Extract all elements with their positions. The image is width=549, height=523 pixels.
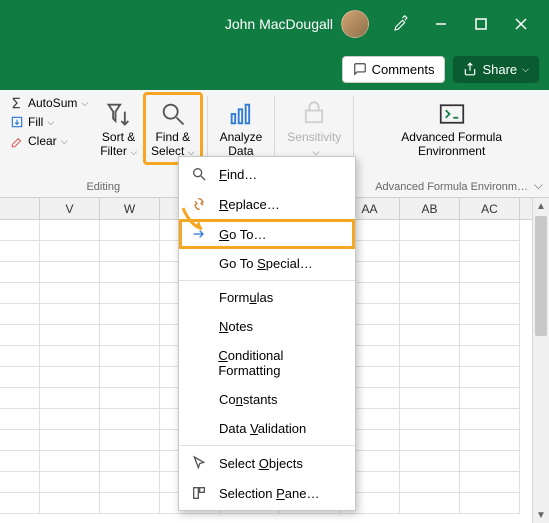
selection-pane-icon (191, 485, 207, 501)
menu-separator (179, 280, 355, 281)
scroll-up-button[interactable]: ▲ (533, 198, 549, 214)
sort-filter-l2: Filter (100, 144, 127, 158)
sort-filter-button[interactable]: Sort & Filter ⌵ (94, 94, 143, 163)
scroll-down-button[interactable]: ▼ (533, 507, 549, 523)
menu-label: Go To Special… (219, 256, 313, 271)
replace-icon (191, 196, 207, 212)
action-bar: Comments Share ⌵ (0, 48, 549, 90)
sort-filter-icon (105, 100, 133, 128)
account-display[interactable]: John MacDougall (225, 10, 369, 38)
minimize-button[interactable] (421, 4, 461, 44)
menu-separator (179, 445, 355, 446)
chevron-down-icon: ⌵ (47, 117, 54, 128)
maximize-button[interactable] (461, 4, 501, 44)
menu-label: Selection Pane… (219, 486, 319, 501)
column-header[interactable] (0, 198, 40, 219)
share-button[interactable]: Share ⌵ (453, 56, 539, 83)
menu-item-conditional-formatting[interactable]: Conditional Formatting (179, 341, 355, 385)
eyedropper-icon[interactable] (381, 4, 421, 44)
clear-button[interactable]: Clear ⌵ (6, 132, 92, 150)
column-header[interactable]: AC (460, 198, 520, 219)
vertical-scrollbar[interactable]: ▲ ▼ (532, 198, 549, 523)
analyze-l1: Analyze (220, 130, 263, 144)
menu-item-replace[interactable]: Replace… (179, 189, 355, 219)
fill-label: Fill (28, 115, 43, 129)
arrow-right-icon (191, 226, 207, 242)
menu-label: Conditional Formatting (218, 348, 345, 378)
chevron-down-icon: ⌵ (81, 98, 88, 109)
share-icon (463, 62, 477, 76)
collapse-ribbon-button[interactable]: ⌵ (534, 178, 543, 193)
sensitivity-l1: Sensitivity (287, 130, 341, 144)
share-label: Share (482, 62, 517, 77)
afe-group-label: Advanced Formula Environm… (360, 179, 543, 195)
menu-item-goto-special[interactable]: Go To Special… (179, 249, 355, 278)
menu-label: Replace… (219, 197, 280, 212)
afe-l1: Advanced Formula (401, 130, 502, 144)
afe-l2: Environment (418, 144, 485, 158)
comments-label: Comments (372, 62, 435, 77)
find-select-button[interactable]: Find & Select ⌵ (145, 94, 201, 163)
editing-group: AutoSum ⌵ Fill ⌵ Clear ⌵ Sort & Filter ⌵ (0, 90, 207, 197)
afe-group: Advanced Formula Environment Advanced Fo… (354, 90, 549, 197)
menu-item-constants[interactable]: Constants (179, 385, 355, 414)
eraser-icon (10, 134, 24, 148)
fill-button[interactable]: Fill ⌵ (6, 113, 92, 131)
title-bar: John MacDougall (0, 0, 549, 48)
advanced-formula-env-button[interactable]: Advanced Formula Environment (395, 94, 508, 163)
sensitivity-icon (300, 100, 328, 128)
menu-item-find[interactable]: Find… (179, 159, 355, 189)
menu-label: Select Objects (219, 456, 303, 471)
menu-item-formulas[interactable]: Formulas (179, 283, 355, 312)
chevron-down-icon: ⌵ (522, 64, 529, 75)
menu-label: Data Validation (219, 421, 306, 436)
comment-icon (353, 62, 367, 76)
menu-label: Go To… (219, 227, 266, 242)
fill-down-icon (10, 115, 24, 129)
chevron-down-icon: ⌵ (61, 136, 68, 147)
analyze-icon (227, 100, 255, 128)
column-header[interactable]: W (100, 198, 160, 219)
afe-icon (437, 99, 467, 129)
column-header[interactable]: AB (400, 198, 460, 219)
sort-filter-l1: Sort & (102, 130, 135, 144)
comments-button[interactable]: Comments (342, 56, 446, 83)
menu-label: Constants (219, 392, 278, 407)
menu-item-selection-pane[interactable]: Selection Pane… (179, 478, 355, 508)
menu-item-goto[interactable]: Go To… (179, 219, 355, 249)
column-header[interactable]: V (40, 198, 100, 219)
menu-label: Formulas (219, 290, 273, 305)
autosum-label: AutoSum (28, 96, 77, 110)
sensitivity-button: Sensitivity ⌵ (281, 94, 347, 163)
chevron-down-icon: ⌵ (130, 147, 137, 157)
scrollbar-thumb[interactable] (535, 216, 547, 336)
menu-item-notes[interactable]: Notes (179, 312, 355, 341)
clear-label: Clear (28, 134, 57, 148)
sigma-icon (10, 96, 24, 110)
editing-group-label: Editing (6, 179, 201, 195)
find-select-l1: Find & (155, 130, 190, 144)
avatar (341, 10, 369, 38)
menu-item-select-objects[interactable]: Select Objects (179, 448, 355, 478)
find-select-menu: Find… Replace… Go To… Go To Special… For… (178, 156, 356, 511)
menu-label: Notes (219, 319, 253, 334)
close-button[interactable] (501, 4, 541, 44)
analyze-data-button[interactable]: Analyze Data (214, 94, 269, 163)
magnifier-icon (159, 100, 187, 128)
username-label: John MacDougall (225, 16, 333, 32)
menu-label: Find… (219, 167, 257, 182)
magnifier-icon (191, 166, 207, 182)
menu-item-data-validation[interactable]: Data Validation (179, 414, 355, 443)
cursor-icon (191, 455, 207, 471)
autosum-button[interactable]: AutoSum ⌵ (6, 94, 92, 112)
